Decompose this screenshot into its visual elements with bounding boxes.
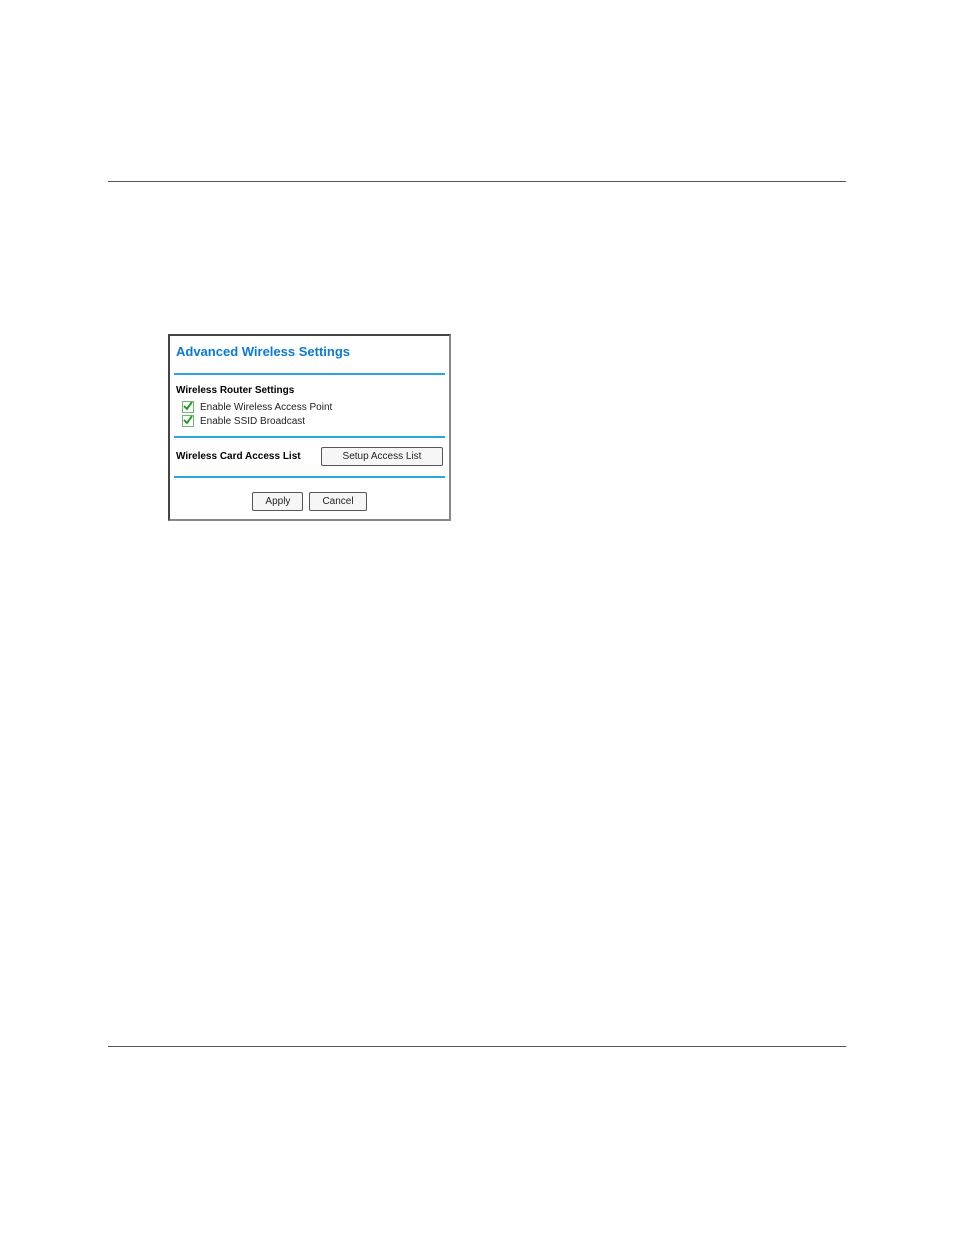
apply-cancel-row: Apply Cancel (174, 488, 445, 511)
divider (174, 373, 445, 375)
panel-inner: Advanced Wireless Settings Wireless Rout… (170, 336, 449, 519)
divider (174, 436, 445, 438)
divider (174, 476, 445, 478)
bottom-horizontal-rule (108, 1046, 846, 1047)
setup-access-list-button[interactable]: Setup Access List (321, 447, 443, 466)
wireless-router-settings-header: Wireless Router Settings (174, 381, 445, 400)
wireless-card-access-label: Wireless Card Access List (176, 451, 301, 462)
apply-button[interactable]: Apply (252, 492, 303, 511)
advanced-wireless-settings-panel: Advanced Wireless Settings Wireless Rout… (168, 334, 451, 521)
enable-ap-row: Enable Wireless Access Point (174, 400, 445, 414)
enable-ssid-row: Enable SSID Broadcast (174, 414, 445, 428)
enable-ssid-label: Enable SSID Broadcast (200, 416, 305, 427)
wireless-card-access-row: Wireless Card Access List Setup Access L… (174, 444, 445, 466)
panel-title: Advanced Wireless Settings (174, 342, 445, 373)
enable-ssid-checkbox[interactable] (182, 415, 194, 427)
enable-ap-checkbox[interactable] (182, 401, 194, 413)
enable-ap-label: Enable Wireless Access Point (200, 402, 332, 413)
check-icon (182, 400, 194, 412)
cancel-button[interactable]: Cancel (309, 492, 366, 511)
top-horizontal-rule (108, 181, 846, 182)
check-icon (182, 414, 194, 426)
